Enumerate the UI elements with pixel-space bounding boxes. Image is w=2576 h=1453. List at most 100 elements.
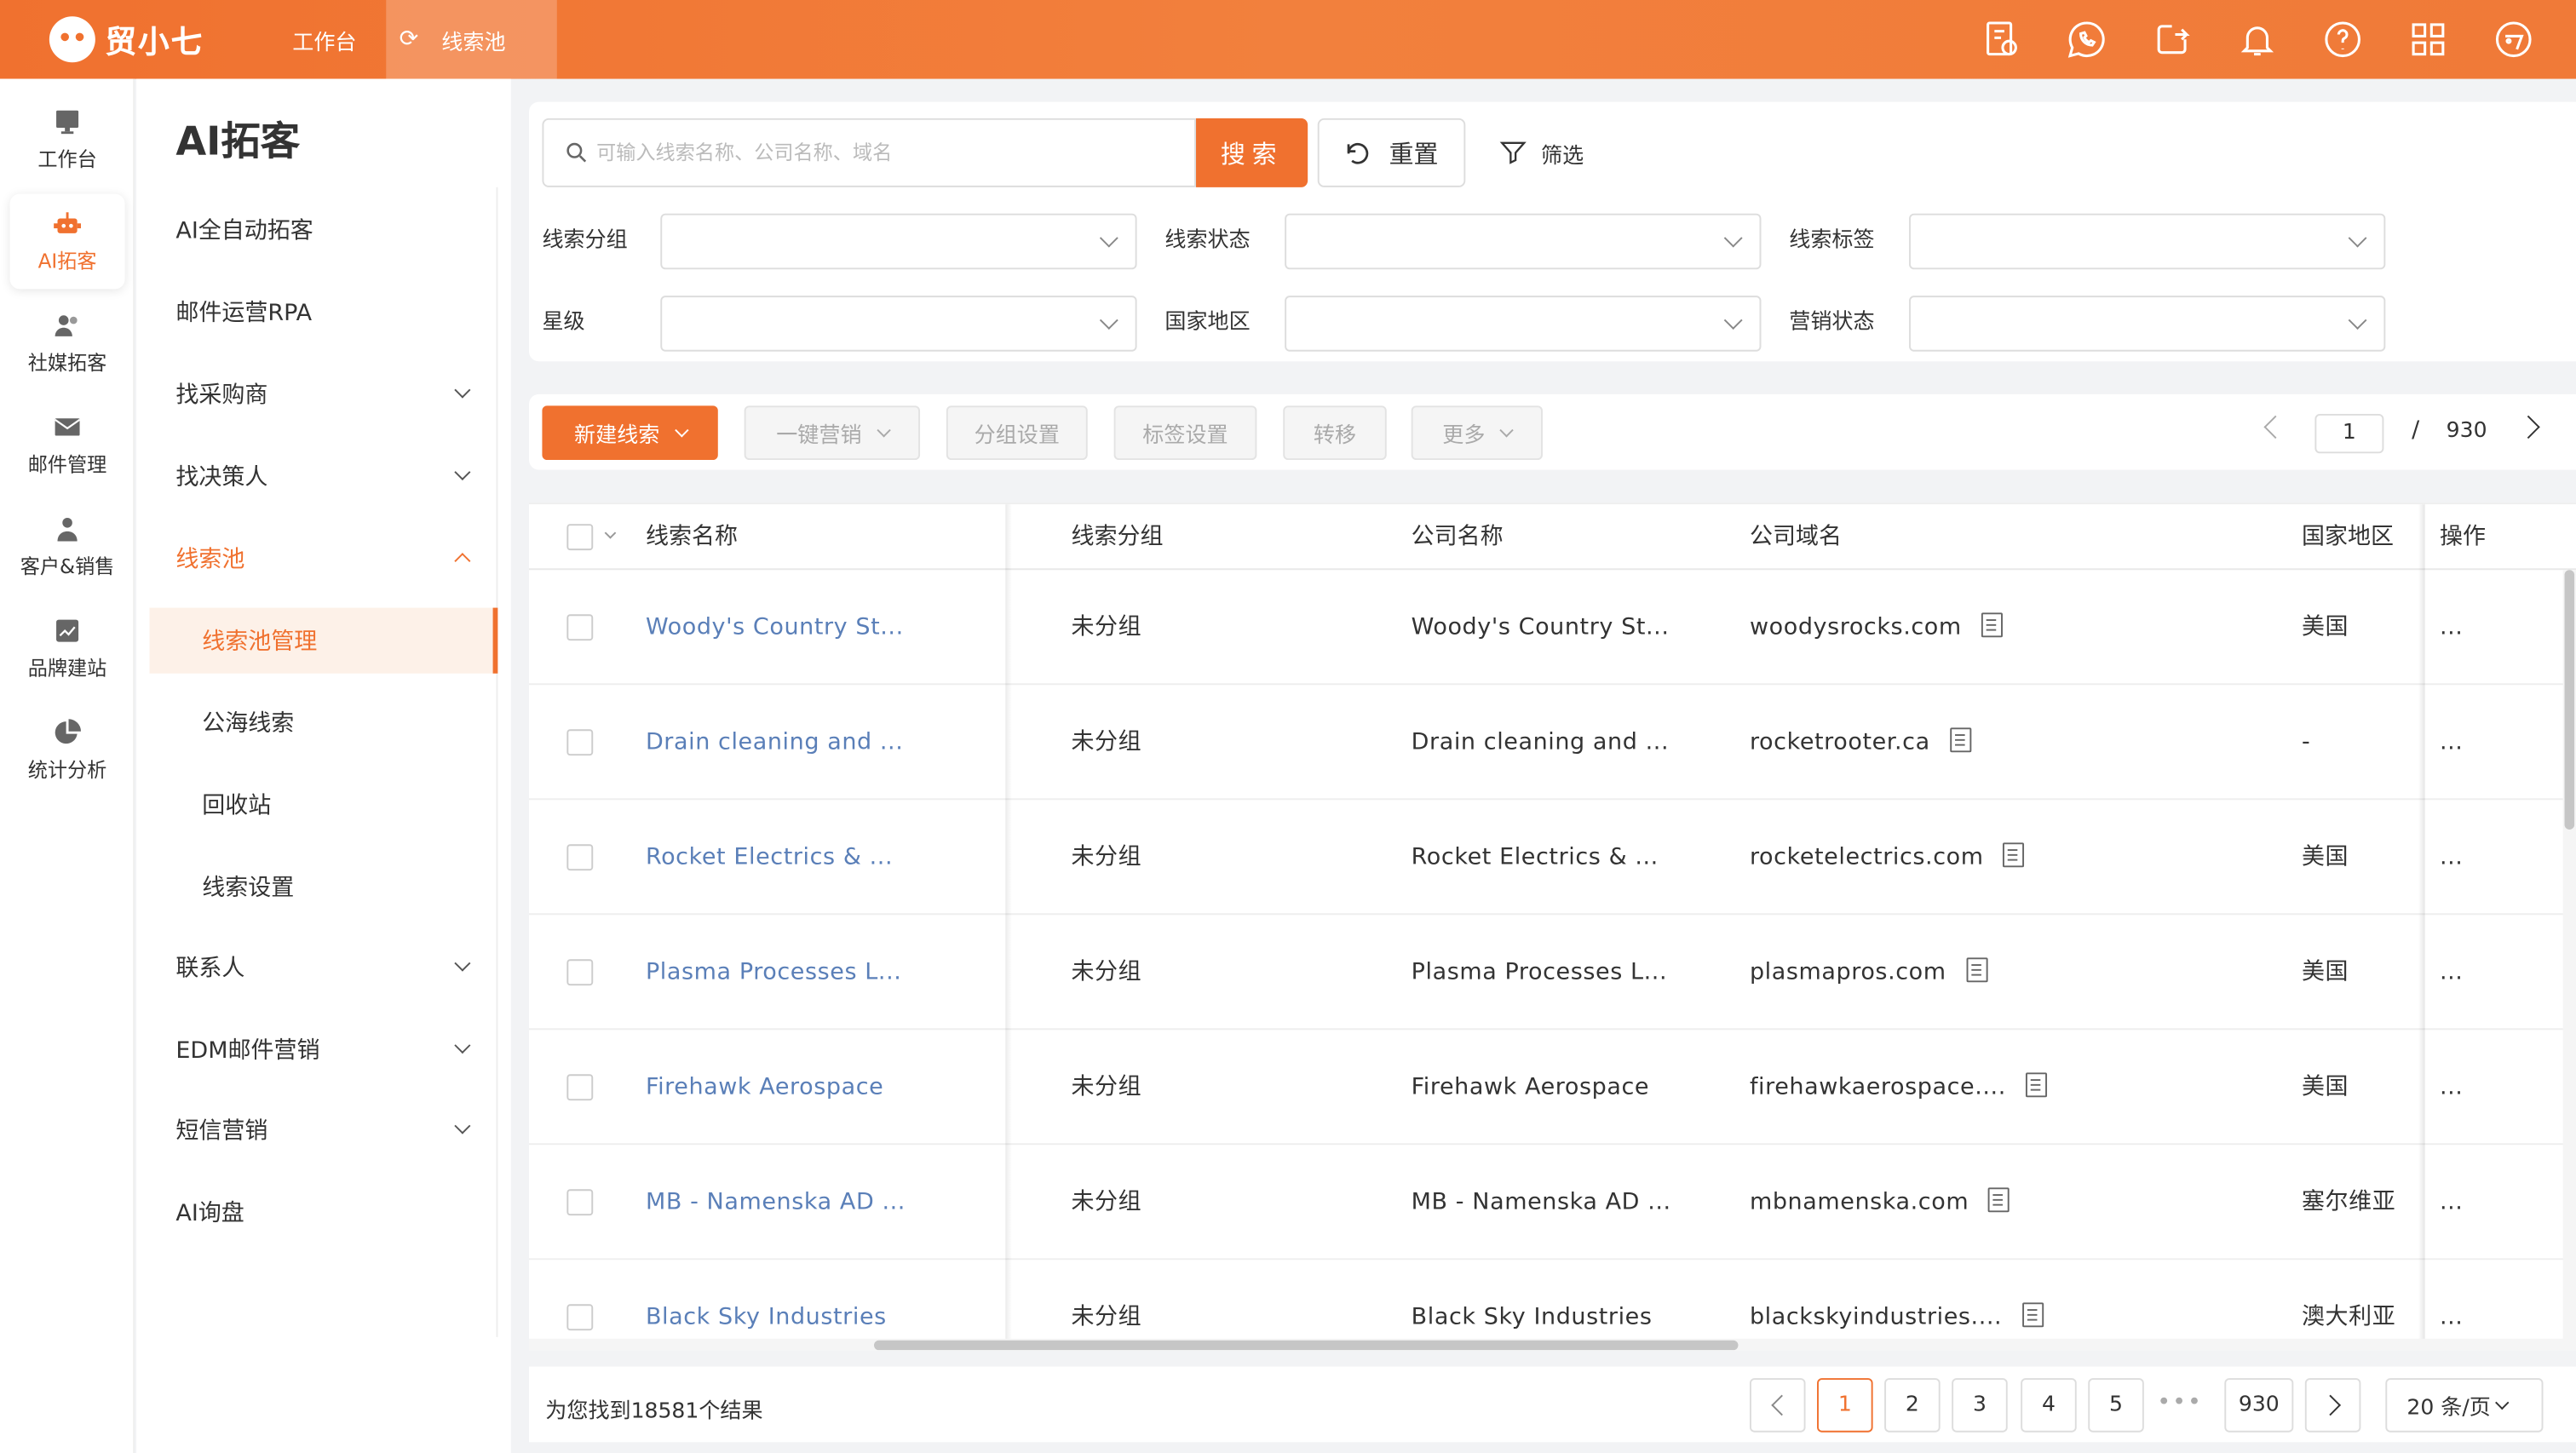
scrollbar-thumb[interactable] xyxy=(2564,570,2575,830)
copy-icon[interactable] xyxy=(2021,1302,2044,1328)
menu-item-auto-prospect[interactable]: AI全自动拓客 xyxy=(136,197,497,262)
chevron-right-icon[interactable] xyxy=(2516,415,2540,439)
filter-select-marketing[interactable] xyxy=(1909,296,2386,352)
prev-page-button[interactable] xyxy=(1749,1378,1806,1433)
row-action-menu[interactable]: ... xyxy=(2440,800,2464,915)
table-row[interactable]: Drain cleaning and ... 未分组 Drain cleaning … xyxy=(529,685,2576,801)
search-box[interactable] xyxy=(542,118,1197,187)
filter-select-star[interactable] xyxy=(660,296,1137,352)
row-action-menu[interactable]: ... xyxy=(2440,570,2464,685)
row-action-menu[interactable]: ... xyxy=(2440,685,2464,800)
table-row[interactable]: Plasma Processes L... 未分组 Plasma Processes… xyxy=(529,915,2576,1031)
page-ellipsis[interactable]: ••• xyxy=(2157,1378,2203,1433)
group-settings-button[interactable]: 分组设置 xyxy=(946,405,1088,461)
filter-select-status[interactable] xyxy=(1285,213,1762,270)
page-1-button[interactable]: 1 xyxy=(1817,1378,1873,1433)
menu-item-recycle-bin[interactable]: 回收站 xyxy=(136,772,497,837)
page-size-select[interactable]: 20 条/页 xyxy=(2385,1378,2544,1433)
rail-item-workbench[interactable]: 工作台 xyxy=(10,92,125,187)
row-action-menu[interactable]: ... xyxy=(2440,1260,2464,1350)
copy-icon[interactable] xyxy=(2026,1072,2048,1098)
select-all-checkbox[interactable] xyxy=(566,524,594,551)
document-check-icon[interactable] xyxy=(1978,16,2024,62)
reset-button[interactable]: 重置 xyxy=(1317,118,1466,187)
copy-icon[interactable] xyxy=(1981,612,2003,638)
table-row[interactable]: MB - Namenska AD ... 未分组 MB - Namenska AD … xyxy=(529,1145,2576,1261)
row-checkbox[interactable] xyxy=(566,1304,594,1331)
top-tab-lead-pool[interactable]: ⟳ 线索池 xyxy=(386,0,557,79)
menu-item-sms[interactable]: 短信营销 xyxy=(136,1097,497,1163)
bell-icon[interactable] xyxy=(2234,16,2280,62)
menu-item-contacts[interactable]: 联系人 xyxy=(136,934,497,1000)
lead-name-link[interactable]: Drain cleaning and ... xyxy=(646,685,903,800)
page-3-button[interactable]: 3 xyxy=(1952,1378,2008,1433)
menu-item-lead-settings[interactable]: 线索设置 xyxy=(136,854,497,920)
page-last-button[interactable]: 930 xyxy=(2224,1378,2294,1433)
chevron-left-icon[interactable] xyxy=(2263,415,2287,439)
row-checkbox[interactable] xyxy=(566,729,594,756)
whatsapp-icon[interactable] xyxy=(2063,16,2109,62)
rail-item-ai-prospect[interactable]: AI拓客 xyxy=(9,193,125,290)
lead-name-link[interactable]: Woody's Country St... xyxy=(646,570,904,685)
row-checkbox[interactable] xyxy=(566,1189,594,1216)
more-button[interactable]: 更多 xyxy=(1411,405,1543,461)
row-action-menu[interactable]: ... xyxy=(2440,1030,2464,1145)
chevron-down-icon[interactable] xyxy=(604,527,617,539)
rail-item-stats[interactable]: 统计分析 xyxy=(10,703,125,798)
rail-item-brand-site[interactable]: 品牌建站 xyxy=(10,601,125,697)
page-4-button[interactable]: 4 xyxy=(2021,1378,2077,1433)
copy-icon[interactable] xyxy=(2003,842,2025,868)
row-checkbox[interactable] xyxy=(566,1074,594,1101)
menu-item-public-leads[interactable]: 公海线索 xyxy=(136,690,497,755)
lead-name-link[interactable]: Rocket Electrics & ... xyxy=(646,800,893,915)
lead-name-link[interactable]: Black Sky Industries xyxy=(646,1260,887,1350)
grid-apps-icon[interactable] xyxy=(2405,16,2451,62)
transfer-button[interactable]: 转移 xyxy=(1283,405,1387,461)
row-action-menu[interactable]: ... xyxy=(2440,915,2464,1030)
copy-icon[interactable] xyxy=(1949,727,1971,753)
search-input[interactable] xyxy=(596,141,1188,164)
filter-select-tag[interactable] xyxy=(1909,213,2386,270)
table-row[interactable]: Woody's Country St... 未分组 Woody's Country … xyxy=(529,570,2576,686)
page-input[interactable]: 1 xyxy=(2314,414,2384,454)
copy-icon[interactable] xyxy=(1965,957,1987,983)
menu-item-ai-inquiry[interactable]: AI询盘 xyxy=(136,1180,497,1245)
help-icon[interactable] xyxy=(2320,16,2366,62)
scrollbar-thumb[interactable] xyxy=(874,1340,1739,1351)
rail-item-social[interactable]: 社媒拓客 xyxy=(10,296,125,391)
menu-item-edm[interactable]: EDM邮件营销 xyxy=(136,1017,497,1083)
lead-name-link[interactable]: MB - Namenska AD ... xyxy=(646,1145,906,1260)
table-row[interactable]: Black Sky Industries 未分组 Black Sky Industr… xyxy=(529,1260,2576,1350)
row-checkbox[interactable] xyxy=(566,959,594,986)
rail-item-mail[interactable]: 邮件管理 xyxy=(10,398,125,493)
page-2-button[interactable]: 2 xyxy=(1884,1378,1941,1433)
page-5-button[interactable]: 5 xyxy=(2088,1378,2144,1433)
row-checkbox[interactable] xyxy=(566,844,594,871)
row-action-menu[interactable]: ... xyxy=(2440,1145,2464,1260)
refresh-icon[interactable]: ⟳ xyxy=(400,26,419,53)
lead-name-link[interactable]: Firehawk Aerospace xyxy=(646,1030,883,1145)
copy-icon[interactable] xyxy=(1988,1187,2010,1213)
tag-settings-button[interactable]: 标签设置 xyxy=(1113,405,1257,461)
avatar[interactable] xyxy=(2491,16,2537,62)
next-page-button[interactable] xyxy=(2304,1378,2361,1433)
menu-item-lead-pool-manage[interactable]: 线索池管理 xyxy=(149,607,498,674)
brand[interactable]: 贸小七 xyxy=(0,16,263,63)
vertical-scrollbar[interactable] xyxy=(2562,570,2576,1342)
share-icon[interactable] xyxy=(2149,16,2195,62)
lead-name-link[interactable]: Plasma Processes L... xyxy=(646,915,901,1030)
table-row[interactable]: Rocket Electrics & ... 未分组 Rocket Electric… xyxy=(529,800,2576,916)
search-button[interactable]: 搜索 xyxy=(1196,118,1308,187)
row-checkbox[interactable] xyxy=(566,614,594,641)
filter-button[interactable]: 筛选 xyxy=(1498,118,1584,187)
menu-item-find-decision-maker[interactable]: 找决策人 xyxy=(136,444,497,509)
menu-item-mail-rpa[interactable]: 邮件运营RPA xyxy=(136,279,497,345)
menu-item-lead-pool[interactable]: 线索池 xyxy=(136,525,497,591)
table-row[interactable]: Firehawk Aerospace 未分组 Firehawk Aerospace f… xyxy=(529,1030,2576,1146)
horizontal-scrollbar[interactable] xyxy=(529,1338,2576,1351)
one-click-marketing-button[interactable]: 一键营销 xyxy=(744,405,921,461)
filter-select-country[interactable] xyxy=(1285,296,1762,352)
top-tab-workbench[interactable]: 工作台 xyxy=(263,0,387,79)
filter-select-group[interactable] xyxy=(660,213,1137,270)
menu-item-find-buyers[interactable]: 找采购商 xyxy=(136,361,497,427)
